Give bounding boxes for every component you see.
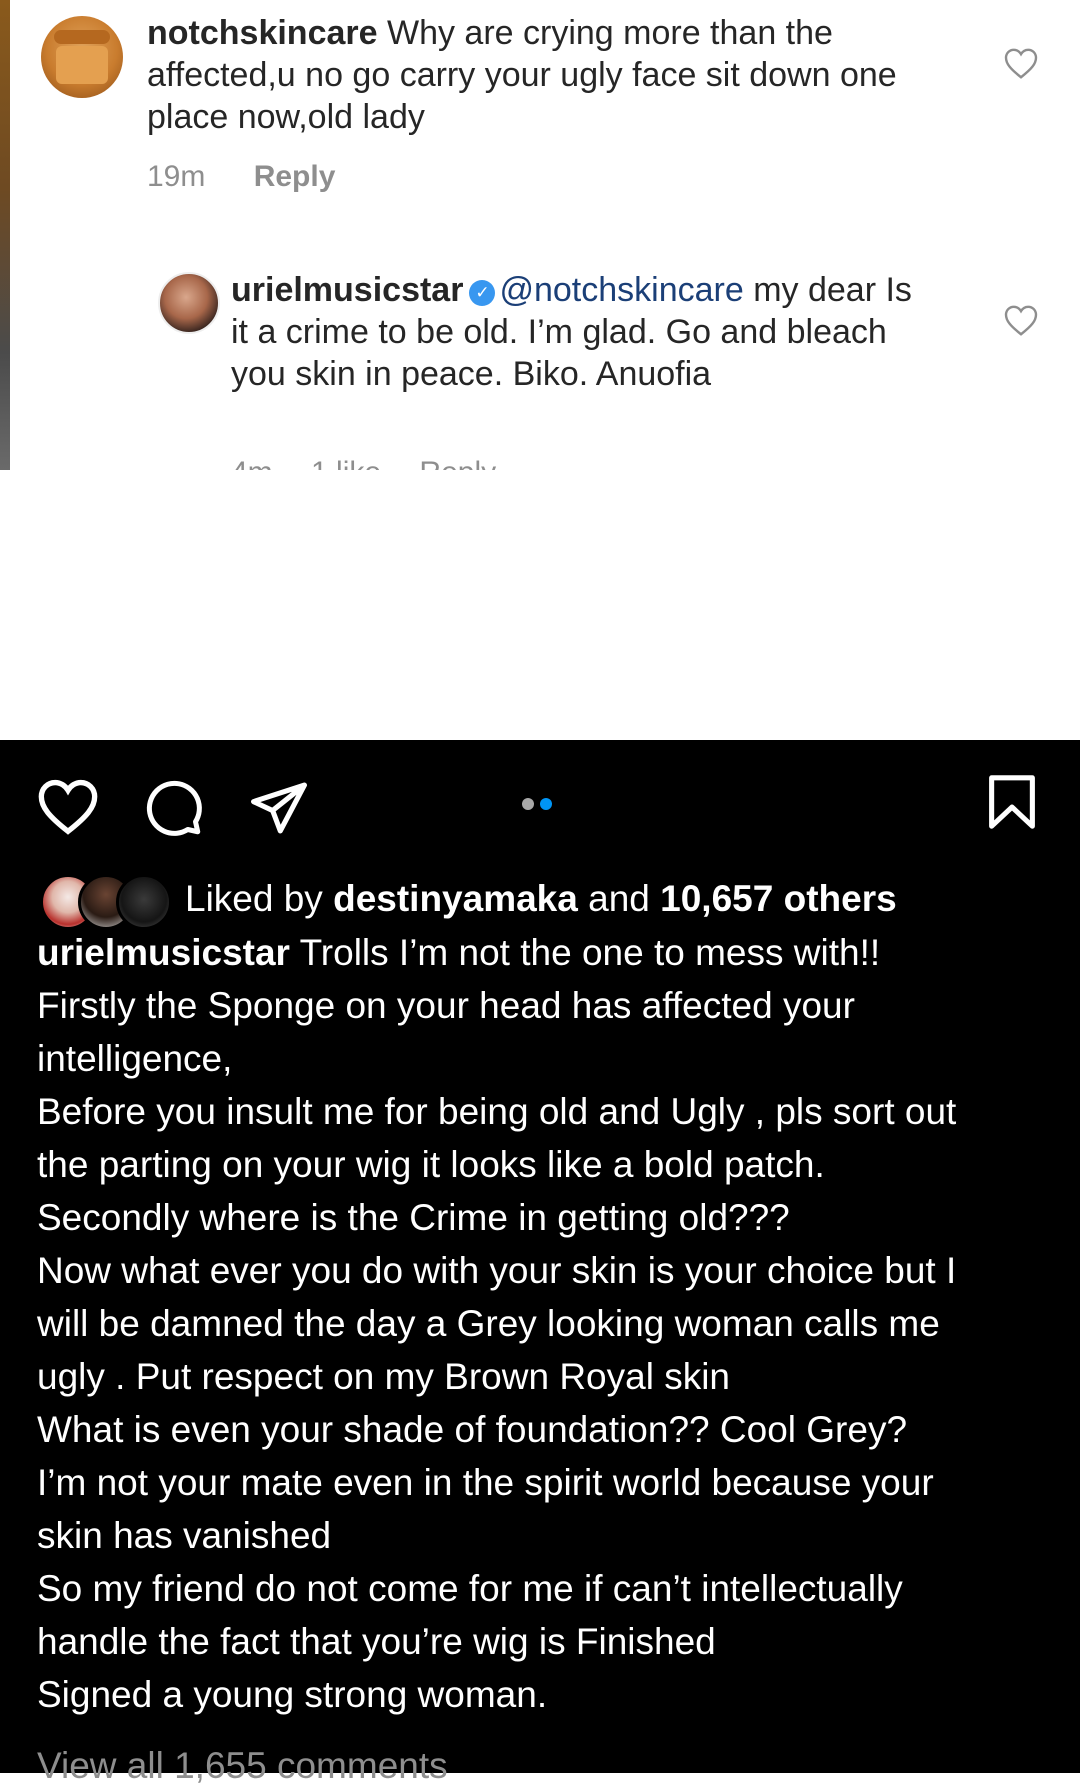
carousel-indicator	[522, 797, 558, 815]
comment-2-text: urielmusicstar ✓ @notchskincare my dear Is…	[231, 269, 931, 395]
comment-2-time: 4m	[231, 456, 273, 470]
caption-line-10: I’m not your mate even in the spirit wor…	[37, 1462, 934, 1503]
liked-by-and: and	[577, 878, 661, 919]
liked-by-prefix: Liked by	[185, 878, 334, 919]
like-heart-icon[interactable]	[36, 776, 100, 836]
comment-1-meta: 19m Reply	[147, 160, 375, 194]
avatar-urielmusicstar[interactable]	[158, 272, 220, 334]
comment-2-mention[interactable]: @notchskincare	[499, 271, 743, 309]
comment-2-likes[interactable]: 1 like	[311, 456, 381, 470]
caption-line-2: intelligence,	[37, 1038, 233, 1079]
liked-by-count[interactable]: 10,657 others	[660, 878, 897, 919]
carousel-dot-2[interactable]	[540, 798, 552, 810]
caption-line-11: skin has vanished	[37, 1515, 332, 1556]
caption-line-7: will be damned the day a Grey looking wo…	[37, 1303, 940, 1344]
caption-line-0: Trolls I’m not the one to mess with!!	[289, 932, 881, 973]
comment-1-username[interactable]: notchskincare	[147, 14, 378, 52]
post-caption: urielmusicstar Trolls I’m not the one to…	[37, 926, 1057, 1721]
caption-line-4: the parting on your wig it looks like a …	[37, 1144, 825, 1185]
caption-line-5: Secondly where is the Crime in getting o…	[37, 1197, 790, 1238]
comment-2-meta: 4m 1 like Reply	[231, 456, 526, 470]
comment-2-heart-icon[interactable]	[1003, 303, 1039, 337]
liked-by-text[interactable]: Liked by destinyamaka and 10,657 others	[185, 874, 897, 924]
caption-line-1: Firstly the Sponge on your head has affe…	[37, 985, 855, 1026]
carousel-dot-1[interactable]	[522, 798, 534, 810]
comment-1-time: 19m	[147, 160, 206, 193]
comment-1-reply-button[interactable]: Reply	[254, 160, 336, 193]
comment-2-reply-button[interactable]: Reply	[419, 456, 496, 470]
liker-avatar-3	[116, 874, 172, 930]
verified-badge-icon: ✓	[469, 280, 496, 306]
caption-line-8: ugly . Put respect on my Brown Royal ski…	[37, 1356, 731, 1397]
caption-line-12: So my friend do not come for me if can’t…	[37, 1568, 903, 1609]
comment-icon[interactable]	[144, 778, 204, 838]
view-all-comments-link[interactable]: View all 1,655 comments	[37, 1739, 448, 1792]
comments-panel: notchskincare Why are crying more than t…	[0, 0, 1080, 740]
liked-by-user[interactable]: destinyamaka	[333, 878, 578, 919]
caption-line-13: handle the fact that you’re wig is Finis…	[37, 1621, 716, 1662]
liker-avatars[interactable]	[40, 874, 172, 930]
comment-1-heart-icon[interactable]	[1003, 46, 1039, 80]
share-icon[interactable]	[248, 780, 310, 836]
caption-line: urielmusicstar Trolls I’m not the one to…	[37, 926, 1057, 979]
caption-username[interactable]: urielmusicstar	[37, 932, 290, 973]
caption-line-3: Before you insult me for being old and U…	[37, 1091, 957, 1132]
caption-line-9: What is even your shade of foundation?? …	[37, 1409, 908, 1450]
post-panel: Liked by destinyamaka and 10,657 others …	[0, 740, 1080, 1786]
caption-line-6: Now what ever you do with your skin is y…	[37, 1250, 957, 1291]
caption-line-14: Signed a young strong woman.	[37, 1674, 548, 1715]
comment-2-username[interactable]: urielmusicstar	[231, 271, 463, 309]
bookmark-icon[interactable]	[986, 774, 1038, 830]
comments-list: notchskincare Why are crying more than t…	[10, 0, 1080, 470]
image-edge-strip	[0, 0, 10, 470]
avatar-notchskincare[interactable]	[41, 16, 123, 98]
comment-1-text: notchskincare Why are crying more than t…	[147, 12, 937, 138]
